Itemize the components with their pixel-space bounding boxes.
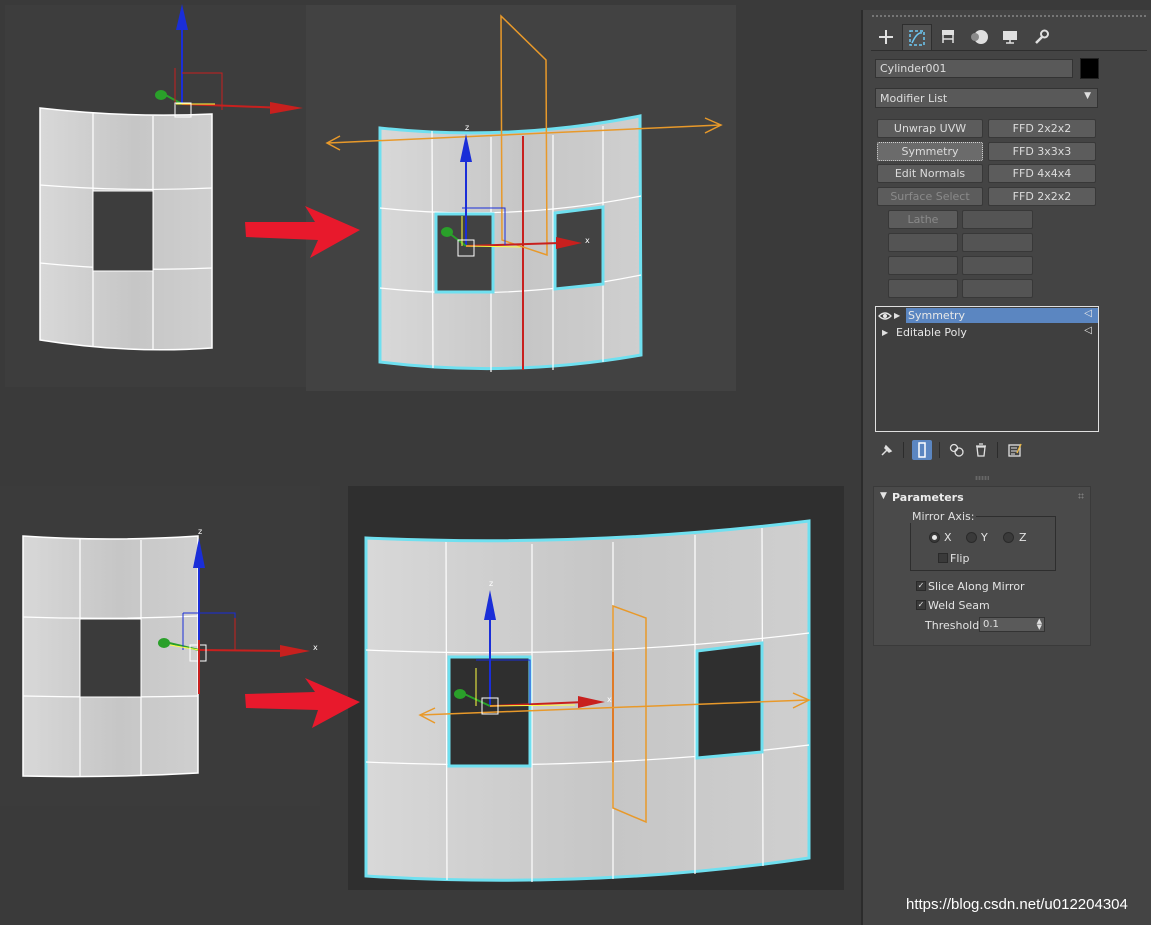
create-tab[interactable]: [871, 24, 901, 50]
ffd-2x2x2-button[interactable]: FFD 2x2x2: [988, 119, 1096, 138]
hierarchy-icon: [942, 30, 954, 43]
mirror-axis-group: Mirror Axis: X Y Z Flip: [910, 510, 1056, 571]
empty-modifier-slot[interactable]: [888, 256, 958, 275]
spinner-arrows-icon[interactable]: ▲ ▼: [1037, 618, 1042, 631]
empty-modifier-slot[interactable]: [962, 256, 1033, 275]
edit-normals-button[interactable]: Edit Normals: [877, 164, 983, 183]
ffd-3x3x3-button[interactable]: FFD 3x3x3: [988, 142, 1096, 161]
axis-y-label: Y: [981, 531, 988, 544]
pin-stack-icon[interactable]: [877, 440, 897, 460]
svg-text:z: z: [198, 527, 202, 536]
lathe-button[interactable]: Lathe: [888, 210, 958, 229]
utilities-tab[interactable]: [1026, 24, 1056, 50]
eye-icon[interactable]: [876, 311, 894, 321]
collapse-triangle-icon[interactable]: ▼: [880, 491, 887, 501]
svg-text:x: x: [585, 236, 590, 245]
chevron-down-icon: ▼: [1084, 91, 1091, 101]
object-name-field[interactable]: Cylinder001: [875, 59, 1073, 78]
mirror-axis-label: Mirror Axis:: [910, 510, 977, 523]
object-color-swatch[interactable]: [1080, 58, 1099, 79]
display-icon: [1003, 31, 1017, 44]
panel-grip[interactable]: [871, 14, 1147, 18]
stack-item-label: Symmetry: [906, 308, 1098, 323]
svg-text:x: x: [607, 695, 612, 704]
svg-text:z: z: [465, 123, 469, 132]
mesh-original-top: [39, 107, 213, 351]
weld-seam-label: Weld Seam: [928, 599, 990, 612]
threshold-value: 0.1: [983, 619, 999, 630]
trash-icon[interactable]: [971, 440, 991, 460]
motion-tab[interactable]: [964, 24, 994, 50]
empty-modifier-slot[interactable]: [888, 233, 958, 252]
empty-modifier-slot[interactable]: [962, 279, 1033, 298]
radio-axis-x[interactable]: [929, 532, 940, 543]
empty-modifier-slot[interactable]: [962, 210, 1033, 229]
make-unique-icon[interactable]: [947, 440, 967, 460]
expand-triangle-icon[interactable]: ▶: [882, 328, 894, 337]
svg-text:x: x: [313, 643, 318, 652]
rollout-grip[interactable]: [1078, 493, 1084, 499]
stack-toolbar: [877, 440, 1097, 462]
mesh-original-bottom: [22, 535, 199, 778]
modify-tab[interactable]: [902, 24, 932, 50]
command-panel: Cylinder001 Modifier List ▼ Unwrap UVW F…: [861, 10, 1151, 925]
show-end-result-icon[interactable]: [912, 440, 932, 460]
radio-axis-y[interactable]: [966, 532, 977, 543]
slice-along-mirror-checkbox[interactable]: ✓: [916, 581, 926, 591]
axis-x-label: X: [944, 531, 952, 544]
modifier-list-dropdown[interactable]: Modifier List ▼: [875, 88, 1098, 108]
command-panel-tabs: [871, 24, 1147, 51]
stack-item-editable-poly[interactable]: ▶ Editable Poly ◁: [876, 324, 1098, 341]
axis-z-label: Z: [1019, 531, 1027, 544]
empty-modifier-slot[interactable]: [888, 279, 958, 298]
transform-gizmo-top-left: [155, 4, 303, 118]
slice-along-mirror-label: Slice Along Mirror: [928, 580, 1025, 593]
display-tab[interactable]: [995, 24, 1025, 50]
modifier-list-label: Modifier List: [880, 92, 948, 105]
surface-select-button[interactable]: Surface Select: [877, 187, 983, 206]
expand-triangle-icon[interactable]: ▶: [894, 311, 906, 320]
stack-flag-icon: ◁: [1084, 308, 1092, 319]
ffd-2x2x2-button-second[interactable]: FFD 2x2x2: [988, 187, 1096, 206]
stack-flag-icon: ◁: [1084, 325, 1092, 336]
modifier-stack[interactable]: ▶ Symmetry ◁ ▶ Editable Poly ◁: [875, 306, 1099, 432]
arrow-bottom: [245, 678, 360, 728]
weld-seam-checkbox[interactable]: ✓: [916, 600, 926, 610]
wrench-icon: [1035, 29, 1049, 44]
stack-item-label: Editable Poly: [896, 326, 967, 339]
configure-sets-icon[interactable]: [1005, 440, 1025, 460]
threshold-label: Threshold:: [925, 619, 983, 632]
stack-item-symmetry[interactable]: ▶ Symmetry ◁: [876, 307, 1098, 324]
hierarchy-tab[interactable]: [933, 24, 963, 50]
motion-icon: [971, 30, 988, 44]
ffd-4x4x4-button[interactable]: FFD 4x4x4: [988, 164, 1096, 183]
parameters-rollout: ▼ Parameters Mirror Axis: X Y Z Flip ✓ S…: [873, 486, 1091, 646]
unwrap-uvw-button[interactable]: Unwrap UVW: [877, 119, 983, 138]
rollout-title[interactable]: Parameters: [892, 491, 964, 504]
threshold-spinner[interactable]: 0.1 ▲ ▼: [979, 617, 1045, 632]
empty-modifier-slot[interactable]: [962, 233, 1033, 252]
svg-text:z: z: [489, 579, 493, 588]
arrow-top: [245, 206, 360, 258]
plus-icon: [879, 30, 893, 44]
symmetry-button[interactable]: Symmetry: [877, 142, 983, 161]
flip-label: Flip: [950, 552, 970, 565]
viewport-scene: z x z x z x: [22, 4, 811, 882]
modify-icon: [909, 29, 925, 46]
watermark: https://blog.csdn.net/u012204304: [906, 896, 1128, 913]
radio-axis-z[interactable]: [1003, 532, 1014, 543]
flip-checkbox[interactable]: [938, 553, 948, 563]
panel-splitter[interactable]: [975, 476, 989, 480]
